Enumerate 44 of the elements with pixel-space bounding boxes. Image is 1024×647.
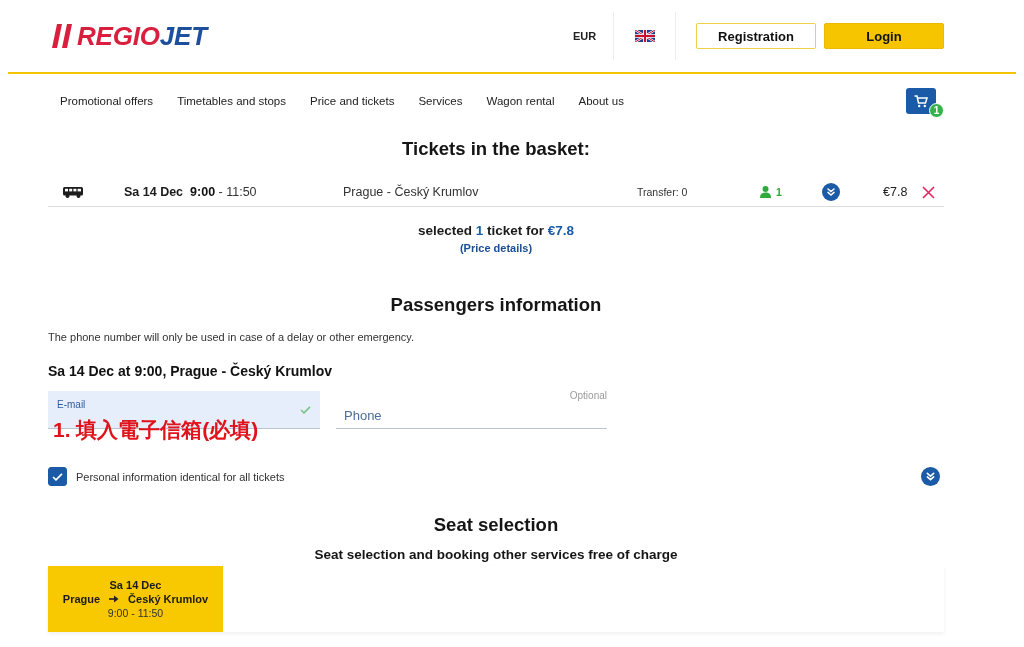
ticket-date: Sa 14 Dec bbox=[124, 185, 184, 199]
expand-icon[interactable] bbox=[822, 183, 840, 201]
segment-destination: Český Krumlov bbox=[128, 593, 209, 605]
nav-link[interactable]: Wagon rental bbox=[486, 95, 555, 107]
segment-times: 9:00 - 11:50 bbox=[107, 607, 164, 619]
checkbox[interactable] bbox=[48, 467, 67, 486]
seat-selection-title: Seat selection bbox=[432, 514, 560, 536]
login-button[interactable]: Login bbox=[824, 23, 944, 49]
segment-date: Sa 14 Dec bbox=[109, 579, 162, 591]
flag-icon[interactable] bbox=[634, 30, 655, 42]
nav-link[interactable]: Services bbox=[418, 95, 463, 107]
registration-button[interactable]: Registration bbox=[696, 23, 816, 49]
nav-link[interactable]: Price and tickets bbox=[310, 95, 395, 107]
close-icon[interactable] bbox=[922, 185, 936, 199]
trip-heading: Sa 14 Dec at 9:00, Prague - Český Krumlov bbox=[48, 363, 334, 379]
ticket-price: €7.8 bbox=[883, 185, 908, 199]
logo-text[interactable]: REGIOJET bbox=[77, 20, 207, 52]
basket-title: Tickets in the basket: bbox=[401, 138, 591, 160]
nav-link[interactable]: Promotional offers bbox=[60, 95, 154, 107]
logo-slashes-icon bbox=[52, 24, 72, 48]
expand-icon[interactable] bbox=[921, 467, 940, 486]
passengers-title: Passengers information bbox=[389, 294, 603, 316]
ticket-times: 9:00 - 11:50 bbox=[190, 185, 257, 199]
checkbox-label: Personal information identical for all tickets bbox=[76, 470, 285, 483]
cart-button[interactable] bbox=[906, 88, 936, 114]
price-details-link[interactable]: (Price details) bbox=[459, 242, 533, 254]
segment-origin: Prague bbox=[62, 593, 101, 605]
tick-icon bbox=[52, 472, 63, 481]
optional-hint: Optional bbox=[569, 390, 607, 401]
cart-count-badge: 1 bbox=[929, 103, 944, 118]
bus-icon bbox=[63, 186, 83, 198]
passenger-count: 1 bbox=[776, 186, 782, 198]
transfer-count: Transfer: 0 bbox=[637, 186, 688, 198]
nav-link[interactable]: About us bbox=[578, 95, 624, 107]
basket-summary: selected 1 ticket for €7.8 bbox=[417, 223, 575, 238]
person-icon bbox=[760, 186, 771, 198]
phone-note: The phone number will only be used in case of a delay or other emergency. bbox=[48, 331, 416, 343]
seat-selection-subtitle: Seat selection and booking other services free of charge bbox=[313, 547, 679, 562]
ticket-route: Prague - Český Krumlov bbox=[343, 185, 479, 199]
arrow-icon bbox=[109, 595, 120, 603]
cart-icon bbox=[914, 94, 928, 108]
currency-selector[interactable]: EUR bbox=[572, 30, 597, 42]
trip-segment-card[interactable]: Sa 14 Dec Prague Český Krumlov 9:00 - 11:50 bbox=[48, 566, 223, 632]
nav-link[interactable]: Timetables and stops bbox=[177, 95, 286, 107]
